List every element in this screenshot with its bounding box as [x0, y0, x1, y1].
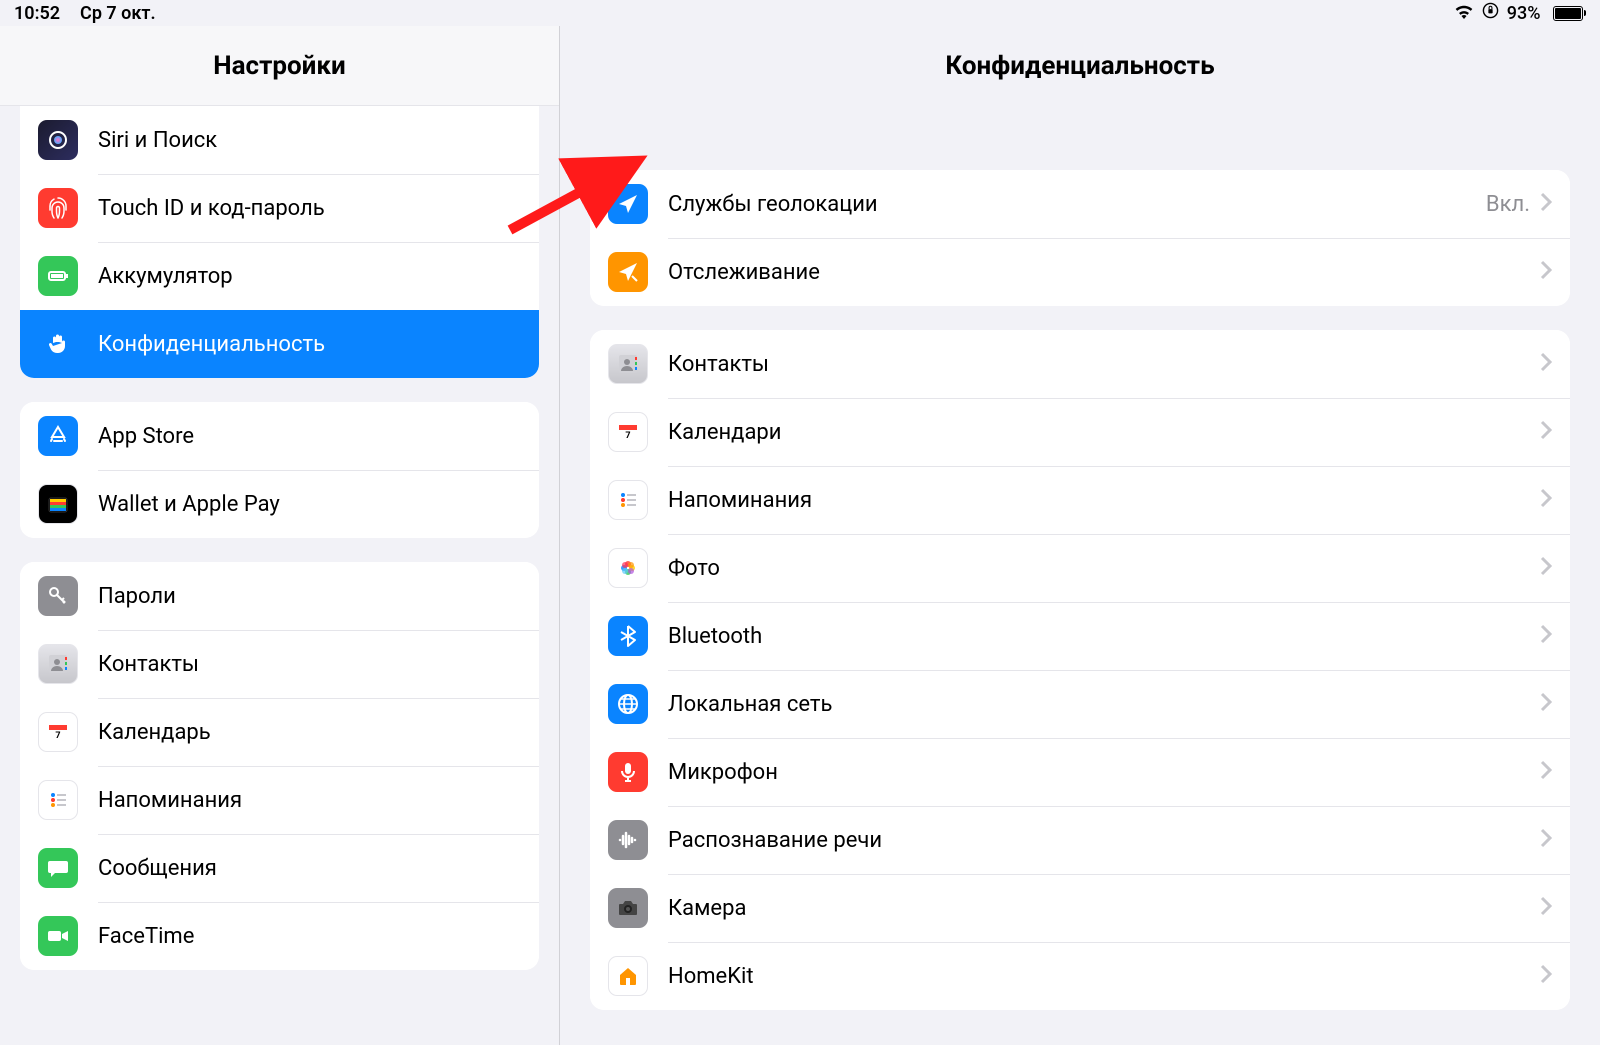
row-label: Siri и Поиск — [98, 128, 521, 153]
waveform-icon — [608, 820, 648, 860]
row-reminders[interactable]: Напоминания — [20, 766, 539, 834]
row-calendar[interactable]: 7 Календарь — [20, 698, 539, 766]
row-label: Контакты — [668, 352, 1540, 377]
row-label: Календарь — [98, 720, 521, 745]
row-calendars2[interactable]: 7 Календари — [590, 398, 1570, 466]
row-touchid[interactable]: Touch ID и код-пароль — [20, 174, 539, 242]
row-label: Отслеживание — [668, 260, 1540, 285]
facetime-icon — [38, 916, 78, 956]
chevron-right-icon — [1540, 624, 1552, 648]
row-label: Сообщения — [98, 856, 521, 881]
row-photos[interactable]: Фото — [590, 534, 1570, 602]
photos-icon — [608, 548, 648, 588]
row-label: Фото — [668, 556, 1540, 581]
row-bluetooth[interactable]: Bluetooth — [590, 602, 1570, 670]
appstore-icon — [38, 416, 78, 456]
row-microphone[interactable]: Микрофон — [590, 738, 1570, 806]
sidebar: Настройки Siri и Поиск Touch ID и код-пар… — [0, 26, 560, 1045]
rotation-lock-icon — [1482, 2, 1499, 24]
row-value: Вкл. — [1486, 192, 1530, 217]
row-messages[interactable]: Сообщения — [20, 834, 539, 902]
main-title: Конфиденциальность — [560, 26, 1600, 106]
battery-icon — [1549, 6, 1587, 21]
chevron-right-icon — [1540, 896, 1552, 920]
row-homekit[interactable]: HomeKit — [590, 942, 1570, 1010]
status-time: 10:52 — [14, 3, 60, 24]
svg-text:7: 7 — [55, 731, 60, 741]
sidebar-title: Настройки — [0, 26, 559, 106]
row-label: HomeKit — [668, 964, 1540, 989]
messages-icon — [38, 848, 78, 888]
chevron-right-icon — [1540, 828, 1552, 852]
status-bar: 10:52 Ср 7 окт. 93% — [0, 0, 1600, 26]
siri-icon — [38, 120, 78, 160]
mic-icon — [608, 752, 648, 792]
row-label: Контакты — [98, 652, 521, 677]
row-siri[interactable]: Siri и Поиск — [20, 106, 539, 174]
row-label: Камера — [668, 896, 1540, 921]
key-icon — [38, 576, 78, 616]
row-label: Напоминания — [98, 788, 521, 813]
calendar-icon: 7 — [38, 712, 78, 752]
row-label: Wallet и Apple Pay — [98, 492, 521, 517]
location-icon — [608, 184, 648, 224]
battery-percent: 93% — [1507, 3, 1541, 24]
row-label: FaceTime — [98, 924, 521, 949]
row-label: Календари — [668, 420, 1540, 445]
row-label: Локальная сеть — [668, 692, 1540, 717]
row-label: Распознавание речи — [668, 828, 1540, 853]
row-contacts[interactable]: Контакты — [20, 630, 539, 698]
row-label: Микрофон — [668, 760, 1540, 785]
row-localnet[interactable]: Локальная сеть — [590, 670, 1570, 738]
row-reminders2[interactable]: Напоминания — [590, 466, 1570, 534]
chevron-right-icon — [1540, 692, 1552, 716]
row-appstore[interactable]: App Store — [20, 402, 539, 470]
camera-icon — [608, 888, 648, 928]
chevron-right-icon — [1540, 964, 1552, 988]
wallet-icon — [38, 484, 78, 524]
contacts-icon — [38, 644, 78, 684]
calendar-icon: 7 — [608, 412, 648, 452]
chevron-right-icon — [1540, 192, 1552, 216]
row-camera[interactable]: Камера — [590, 874, 1570, 942]
wifi-icon — [1454, 3, 1474, 24]
row-privacy[interactable]: Конфиденциальность — [20, 310, 539, 378]
bluetooth-icon — [608, 616, 648, 656]
globe-icon — [608, 684, 648, 724]
row-label: Bluetooth — [668, 624, 1540, 649]
chevron-right-icon — [1540, 352, 1552, 376]
row-tracking[interactable]: Отслеживание — [590, 238, 1570, 306]
row-speech[interactable]: Распознавание речи — [590, 806, 1570, 874]
row-label: Напоминания — [668, 488, 1540, 513]
row-label: Конфиденциальность — [98, 332, 521, 357]
row-contacts2[interactable]: Контакты — [590, 330, 1570, 398]
status-date: Ср 7 окт. — [80, 3, 156, 24]
chevron-right-icon — [1540, 760, 1552, 784]
svg-text:7: 7 — [625, 431, 630, 441]
row-label: Пароли — [98, 584, 521, 609]
main-panel: Конфиденциальность Службы геолокацииВкл.… — [560, 26, 1600, 1045]
home-icon — [608, 956, 648, 996]
row-battery[interactable]: Аккумулятор — [20, 242, 539, 310]
row-label: App Store — [98, 424, 521, 449]
hand-icon — [38, 324, 78, 364]
chevron-right-icon — [1540, 488, 1552, 512]
row-location[interactable]: Службы геолокацииВкл. — [590, 170, 1570, 238]
row-label: Touch ID и код-пароль — [98, 196, 521, 221]
row-label: Службы геолокации — [668, 192, 1486, 217]
chevron-right-icon — [1540, 420, 1552, 444]
reminders-icon — [38, 780, 78, 820]
fingerprint-icon — [38, 188, 78, 228]
row-wallet[interactable]: Wallet и Apple Pay — [20, 470, 539, 538]
battery-icon — [38, 256, 78, 296]
row-passwords[interactable]: Пароли — [20, 562, 539, 630]
chevron-right-icon — [1540, 260, 1552, 284]
reminders-icon — [608, 480, 648, 520]
tracking-icon — [608, 252, 648, 292]
row-facetime[interactable]: FaceTime — [20, 902, 539, 970]
contacts-icon — [608, 344, 648, 384]
row-label: Аккумулятор — [98, 264, 521, 289]
chevron-right-icon — [1540, 556, 1552, 580]
